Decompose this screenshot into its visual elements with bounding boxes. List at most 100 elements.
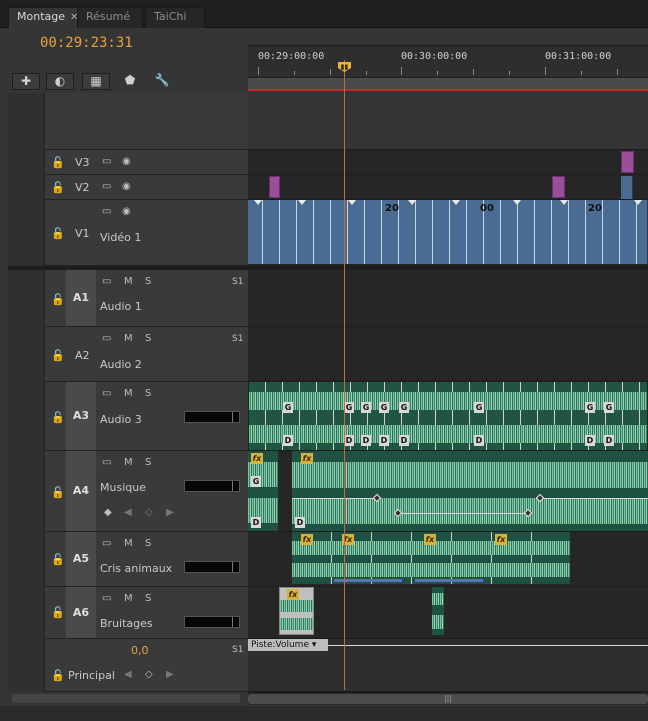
solo-button[interactable]: S (145, 276, 151, 287)
playhead-line[interactable] (344, 60, 345, 690)
tab-resume[interactable]: Résumé (77, 7, 143, 28)
track-id[interactable]: A2 (75, 349, 90, 362)
filmstrip-icon[interactable]: ▭ (102, 333, 111, 344)
waveform (432, 593, 444, 605)
lock-icon[interactable]: 🔓 (51, 553, 65, 566)
track-a5[interactable]: fx fx fx fx (248, 532, 648, 587)
prev-keyframe-icon[interactable]: ◀ (124, 507, 132, 518)
mute-button[interactable]: M (124, 593, 133, 604)
track-id: V3 (75, 156, 90, 169)
track-id[interactable]: A6 (66, 587, 96, 638)
lock-icon[interactable]: 🔓 (51, 156, 65, 169)
add-keyframe-icon[interactable]: ◇ (145, 669, 153, 680)
tab-montage[interactable]: Montage ✕ (8, 7, 88, 28)
lock-icon[interactable]: 🔓 (51, 669, 65, 682)
header-scrollbar[interactable] (12, 694, 240, 703)
filmstrip-icon[interactable]: ▭ (102, 206, 111, 217)
mute-button[interactable]: M (124, 388, 133, 399)
lock-icon[interactable]: 🔓 (51, 227, 65, 240)
filmstrip-icon[interactable]: ▭ (102, 276, 111, 287)
track-name: Audio 3 (100, 413, 142, 426)
video-clip[interactable] (621, 176, 633, 199)
next-keyframe-icon[interactable]: ▶ (166, 669, 174, 680)
audio-link-bar (415, 579, 483, 582)
filmstrip-icon[interactable]: ▭ (102, 181, 111, 192)
filmstrip-icon[interactable]: ▭ (102, 593, 111, 604)
fx-badge: fx (301, 453, 313, 464)
mute-button[interactable]: M (124, 276, 133, 287)
time-ruler[interactable]: 00:29:00:00 00:30:00:00 00:31:00:00 (248, 45, 648, 91)
volume-line[interactable] (292, 498, 376, 499)
track-a6[interactable]: fx (248, 587, 648, 639)
waveform (292, 563, 570, 577)
keyframe-toggle-icon[interactable]: ◆ (104, 507, 112, 518)
track-v3[interactable] (248, 150, 648, 175)
audio-meter (184, 616, 240, 628)
lock-icon[interactable]: 🔓 (51, 606, 65, 619)
adjustment-clip[interactable] (269, 176, 280, 198)
gain-marker: D (361, 435, 371, 446)
solo-button[interactable]: S (145, 457, 151, 468)
track-v1[interactable]: 20 00 20 (248, 200, 648, 266)
ruler-tick (545, 67, 546, 75)
tab-taichi[interactable]: TaiChi (145, 7, 205, 28)
lock-icon[interactable]: 🔓 (51, 411, 65, 424)
track-id[interactable]: A3 (66, 382, 96, 450)
music-clip[interactable] (292, 451, 648, 531)
track-master[interactable]: Piste:Volume ▾ (248, 639, 648, 692)
tab-label: TaiChi (154, 10, 187, 23)
marker-icon[interactable]: ⬟ (116, 73, 144, 90)
lock-icon[interactable]: 🔓 (51, 181, 65, 194)
mute-button[interactable]: M (124, 333, 133, 344)
track-a2[interactable] (248, 327, 648, 382)
waveform (280, 618, 313, 630)
lock-icon[interactable]: 🔓 (51, 293, 65, 306)
playhead-timecode[interactable]: 00:29:23:31 (40, 35, 133, 51)
mute-button[interactable]: M (124, 538, 133, 549)
volume-line[interactable] (398, 513, 528, 514)
ruler-tick (509, 71, 510, 75)
next-keyframe-icon[interactable]: ▶ (166, 507, 174, 518)
add-marker-icon[interactable]: ▦ (82, 73, 110, 90)
eye-icon[interactable]: ◉ (122, 156, 131, 167)
ruler-tick (617, 69, 618, 75)
solo-button[interactable]: S (145, 593, 151, 604)
adjustment-clip[interactable] (621, 151, 634, 173)
lock-icon[interactable]: 🔓 (51, 486, 65, 499)
filmstrip-icon[interactable]: ▭ (102, 156, 111, 167)
gain-marker: D (604, 435, 614, 446)
track-v2[interactable] (248, 175, 648, 200)
eye-icon[interactable]: ◉ (122, 206, 131, 217)
track-a3[interactable]: G G G G G G G G D D D D D D D D (248, 382, 648, 451)
solo-button[interactable]: S (145, 538, 151, 549)
track-id[interactable]: A5 (66, 532, 96, 586)
track-id[interactable]: A1 (66, 270, 96, 326)
filmstrip-icon[interactable]: ▭ (102, 457, 111, 468)
solo-button[interactable]: S (145, 333, 151, 344)
audio-clip[interactable] (432, 587, 444, 635)
track-a1[interactable] (248, 270, 648, 327)
track-id: V2 (75, 181, 90, 194)
volume-dropdown[interactable]: Piste:Volume ▾ (248, 639, 328, 651)
link-icon[interactable]: ◐ (46, 73, 74, 90)
track-a4[interactable]: fx G D fx D (248, 451, 648, 532)
lock-icon[interactable]: 🔓 (51, 349, 65, 362)
filmstrip-icon[interactable]: ▭ (102, 538, 111, 549)
filmstrip-icon[interactable]: ▭ (102, 388, 111, 399)
track-id[interactable]: A4 (66, 451, 96, 531)
mute-button[interactable]: M (124, 457, 133, 468)
work-area-bar[interactable] (248, 77, 648, 91)
eye-icon[interactable]: ◉ (122, 181, 131, 192)
solo-button[interactable]: S (145, 388, 151, 399)
volume-line[interactable] (540, 498, 648, 499)
timeline-scrollbar[interactable]: ||| (248, 692, 648, 705)
wrench-icon[interactable]: 🔧 (148, 73, 176, 90)
scrollbar-thumb[interactable]: ||| (248, 694, 648, 704)
prev-keyframe-icon[interactable]: ◀ (124, 669, 132, 680)
adjustment-clip[interactable] (552, 176, 565, 198)
panel-footer (0, 706, 648, 721)
volume-line[interactable] (328, 645, 648, 646)
master-volume-value[interactable]: 0,0 (131, 644, 149, 657)
snap-icon[interactable]: ✚ (12, 73, 40, 90)
add-keyframe-icon[interactable]: ◇ (145, 507, 153, 518)
